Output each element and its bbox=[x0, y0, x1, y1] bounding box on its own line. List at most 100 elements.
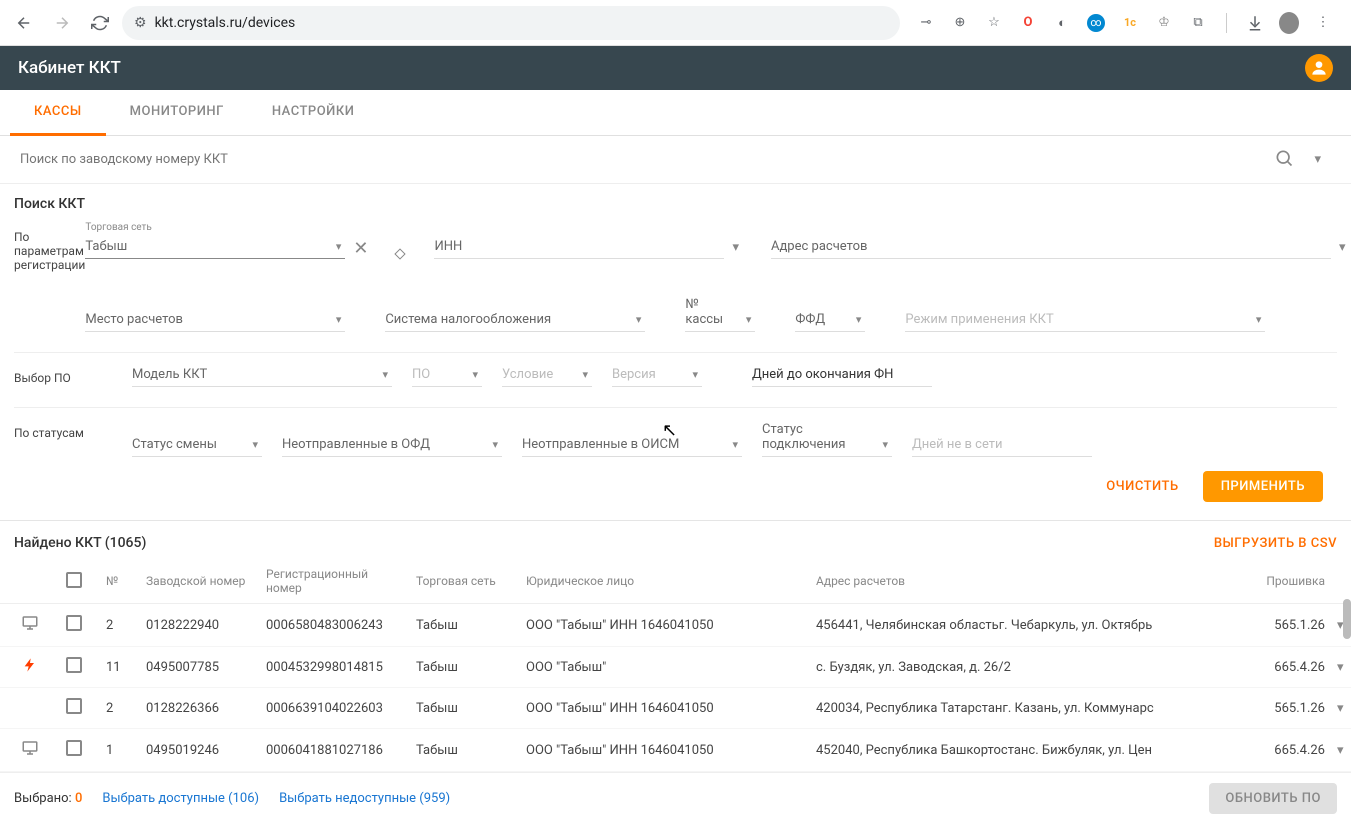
select-model[interactable]: Модель ККТ bbox=[132, 363, 392, 387]
select-ffd[interactable]: ФФД bbox=[795, 308, 865, 332]
select-mode[interactable]: Режим применения ККТ bbox=[905, 308, 1265, 332]
cell-num: 11 bbox=[100, 647, 140, 688]
reload-button[interactable] bbox=[84, 7, 116, 39]
col-network: Торговая сеть bbox=[410, 559, 520, 604]
table-row[interactable]: 201282229400006580483006243ТабышООО "Таб… bbox=[0, 604, 1351, 647]
select-version[interactable]: Версия bbox=[612, 363, 702, 387]
select-address[interactable]: Адрес расчетов bbox=[771, 235, 1331, 259]
cell-reg: 0006041881027186 bbox=[260, 729, 410, 772]
cell-network: Табыш bbox=[410, 604, 520, 647]
user-avatar[interactable] bbox=[1305, 54, 1333, 82]
clear-network-icon[interactable]: ✕ bbox=[353, 238, 368, 259]
cell-num: 2 bbox=[100, 688, 140, 729]
select-cashnum[interactable]: № кассы bbox=[685, 293, 755, 332]
search-icon[interactable] bbox=[1274, 148, 1294, 172]
row-expand-icon[interactable]: ▾ bbox=[1331, 729, 1351, 772]
row-checkbox[interactable] bbox=[66, 740, 82, 756]
row-checkbox[interactable] bbox=[66, 615, 82, 631]
cell-factory: 0128226366 bbox=[140, 688, 260, 729]
select-inn[interactable]: ИНН bbox=[434, 235, 724, 259]
row-status-icon bbox=[0, 604, 60, 647]
search-input[interactable] bbox=[20, 146, 1264, 173]
table-row[interactable]: 201282263660006639104022603ТабышООО "Таб… bbox=[0, 688, 1351, 729]
select-all-checkbox[interactable] bbox=[66, 572, 82, 588]
row-status-icon bbox=[0, 729, 60, 772]
select-tax[interactable]: Система налогообложения bbox=[385, 308, 645, 332]
selected-label: Выбрано: 0 bbox=[14, 791, 82, 806]
tab-monitoring[interactable]: МОНИТОРИНГ bbox=[106, 90, 248, 135]
col-address: Адрес расчетов bbox=[810, 559, 1241, 604]
cell-factory: 0495019246 bbox=[140, 729, 260, 772]
filter-row2-label: Выбор ПО bbox=[14, 363, 132, 387]
cell-num: 1 bbox=[100, 729, 140, 772]
cell-reg: 0004532998014815 bbox=[260, 647, 410, 688]
menu-icon[interactable]: ⋮ bbox=[1313, 13, 1333, 33]
input-offline-days[interactable]: Дней не в сети bbox=[912, 433, 1092, 457]
row-checkbox[interactable] bbox=[66, 698, 82, 714]
ext-incognito-icon[interactable]: ◐ bbox=[1052, 13, 1072, 33]
select-software[interactable]: ПО bbox=[412, 363, 482, 387]
select-shift-status[interactable]: Статус смены bbox=[132, 433, 262, 457]
tab-settings[interactable]: НАСТРОЙКИ bbox=[248, 90, 379, 135]
select-network[interactable]: Торговая сеть Табыш bbox=[85, 222, 345, 259]
select-conn-status[interactable]: Статус подключения bbox=[762, 418, 892, 457]
profile-avatar[interactable] bbox=[1279, 13, 1299, 33]
col-firmware: Прошивка bbox=[1241, 559, 1331, 604]
row-expand-icon[interactable]: ▾ bbox=[1331, 688, 1351, 729]
cell-legal: ООО "Табыш" ИНН 1646041050 bbox=[520, 604, 810, 647]
site-settings-icon[interactable]: ⚙ bbox=[134, 15, 147, 31]
back-button[interactable] bbox=[8, 7, 40, 39]
cell-legal: ООО "Табыш" ИНН 1646041050 bbox=[520, 729, 810, 772]
apply-button[interactable]: ПРИМЕНИТЬ bbox=[1203, 471, 1323, 502]
table-row[interactable]: 1104950077850004532998014815ТабышООО "Та… bbox=[0, 647, 1351, 688]
bookmark-icon[interactable]: ☆ bbox=[984, 13, 1004, 33]
row-status-icon bbox=[0, 688, 60, 729]
cell-legal: ООО "Табыш" bbox=[520, 647, 810, 688]
table-row[interactable]: 104950192460006041881027186ТабышООО "Таб… bbox=[0, 729, 1351, 772]
cell-network: Табыш bbox=[410, 688, 520, 729]
extensions-icon[interactable]: ⧉ bbox=[1188, 13, 1208, 33]
select-oism[interactable]: Неотправленные в ОИСМ bbox=[522, 433, 742, 457]
col-legal: Юридическое лицо bbox=[520, 559, 810, 604]
ext-infinity-icon[interactable]: ∞ bbox=[1086, 13, 1106, 33]
url-bar[interactable]: ⚙ kkt.crystals.ru/devices bbox=[122, 6, 900, 40]
row-expand-icon[interactable]: ▾ bbox=[1331, 647, 1351, 688]
cell-address: с. Буздяк, ул. Заводская, д. 26/2 bbox=[810, 647, 1241, 688]
select-ofd[interactable]: Неотправленные в ОФД bbox=[282, 433, 502, 457]
zoom-icon[interactable]: ⊕ bbox=[950, 13, 970, 33]
key-icon[interactable]: ⊸ bbox=[916, 13, 936, 33]
cell-reg: 0006580483006243 bbox=[260, 604, 410, 647]
tab-kassy[interactable]: КАССЫ bbox=[10, 90, 106, 136]
filter-title: Поиск ККТ bbox=[14, 196, 1337, 212]
cell-fw: 565.1.26 bbox=[1241, 604, 1331, 647]
update-software-button: ОБНОВИТЬ ПО bbox=[1209, 783, 1337, 814]
ext-user-icon[interactable]: ♔ bbox=[1154, 13, 1174, 33]
select-available-link[interactable]: Выбрать доступные (106) bbox=[102, 791, 259, 806]
cell-legal: ООО "Табыш" ИНН 1646041050 bbox=[520, 688, 810, 729]
cell-network: Табыш bbox=[410, 729, 520, 772]
table-scrollbar[interactable] bbox=[1343, 599, 1351, 639]
cell-address: 452040, Республика Башкортостанс. Бижбул… bbox=[810, 729, 1241, 772]
dropdown-icon[interactable]: ▾ bbox=[1314, 152, 1321, 167]
row-checkbox[interactable] bbox=[66, 657, 82, 673]
diamond-icon[interactable] bbox=[395, 248, 406, 259]
downloads-icon[interactable] bbox=[1245, 13, 1265, 33]
select-condition[interactable]: Условие bbox=[502, 363, 592, 387]
forward-button[interactable] bbox=[46, 7, 78, 39]
select-unavailable-link[interactable]: Выбрать недоступные (959) bbox=[279, 791, 450, 806]
col-num: № bbox=[100, 559, 140, 604]
cell-fw: 565.1.26 bbox=[1241, 688, 1331, 729]
cell-address: 456441, Челябинская областьг. Чебаркуль,… bbox=[810, 604, 1241, 647]
export-csv-link[interactable]: ВЫГРУЗИТЬ В CSV bbox=[1214, 536, 1337, 551]
select-place[interactable]: Место расчетов bbox=[85, 308, 345, 332]
cell-address: 420034, Республика Татарстанг. Казань, у… bbox=[810, 688, 1241, 729]
col-reg: Регистрационный номер bbox=[260, 559, 410, 604]
cell-fw: 665.4.26 bbox=[1241, 729, 1331, 772]
ext-1c-icon[interactable]: 1c bbox=[1120, 13, 1140, 33]
cell-network: Табыш bbox=[410, 647, 520, 688]
cell-factory: 0128222940 bbox=[140, 604, 260, 647]
results-title: Найдено ККТ (1065) bbox=[14, 535, 146, 551]
clear-button[interactable]: ОЧИСТИТЬ bbox=[1092, 471, 1192, 502]
input-fn-days[interactable]: Дней до окончания ФН bbox=[752, 363, 932, 387]
ext-opera-icon[interactable]: O bbox=[1018, 13, 1038, 33]
